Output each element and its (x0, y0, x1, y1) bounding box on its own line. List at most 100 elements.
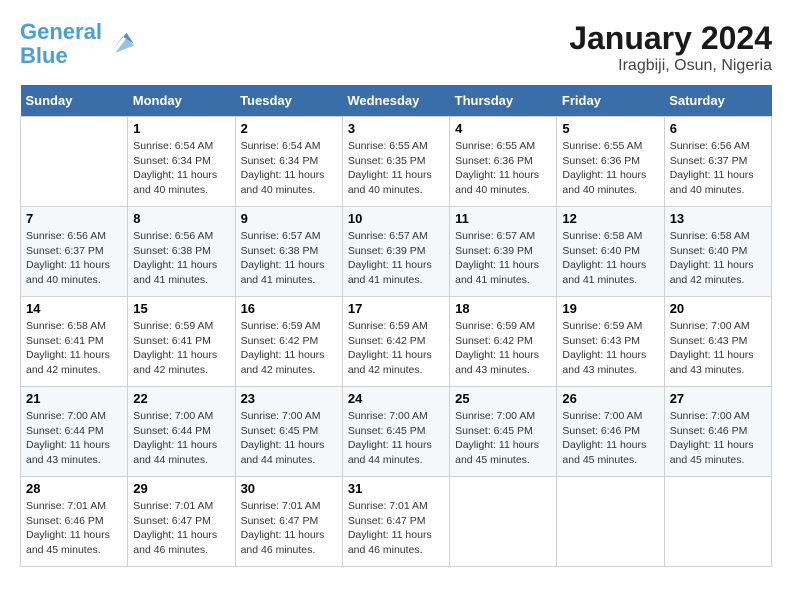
main-title: January 2024 (569, 20, 772, 57)
daylight-text: Daylight: 11 hours and 44 minutes. (241, 438, 337, 467)
day-info: Sunrise: 7:00 AMSunset: 6:46 PMDaylight:… (670, 409, 766, 468)
daylight-text: Daylight: 11 hours and 46 minutes. (133, 528, 229, 557)
logo-icon (104, 29, 134, 59)
day-number: 10 (348, 211, 444, 226)
day-number: 28 (26, 481, 122, 496)
calendar-cell: 7Sunrise: 6:56 AMSunset: 6:37 PMDaylight… (21, 207, 128, 297)
weekday-header-friday: Friday (557, 85, 664, 117)
sunset-text: Sunset: 6:42 PM (348, 334, 444, 349)
day-number: 25 (455, 391, 551, 406)
calendar-cell: 3Sunrise: 6:55 AMSunset: 6:35 PMDaylight… (342, 117, 449, 207)
day-number: 6 (670, 121, 766, 136)
calendar-cell: 28 Sunrise: 7:01 AMSunset: 6:46 PMDayligh… (21, 477, 128, 567)
day-number: 5 (562, 121, 658, 136)
sunrise-text: Sunrise: 7:01 AM (133, 499, 229, 514)
day-info: Sunrise: 7:01 AMSunset: 6:47 PMDaylight:… (241, 499, 337, 558)
sunrise-text: Sunrise: 6:55 AM (348, 139, 444, 154)
calendar-cell: 15Sunrise: 6:59 AMSunset: 6:41 PMDayligh… (128, 297, 235, 387)
sunrise-text: Sunrise: 6:59 AM (455, 319, 551, 334)
day-number: 15 (133, 301, 229, 316)
daylight-text: Daylight: 11 hours and 44 minutes. (133, 438, 229, 467)
sunset-text: Sunset: 6:43 PM (562, 334, 658, 349)
daylight-text: Daylight: 11 hours and 40 minutes. (455, 168, 551, 197)
calendar-cell: 8Sunrise: 6:56 AMSunset: 6:38 PMDaylight… (128, 207, 235, 297)
calendar-cell: 19Sunrise: 6:59 AMSunset: 6:43 PMDayligh… (557, 297, 664, 387)
day-info: Sunrise: 7:01 AMSunset: 6:46 PMDaylight:… (26, 499, 122, 558)
sunrise-text: Sunrise: 6:54 AM (241, 139, 337, 154)
day-info: Sunrise: 7:00 AMSunset: 6:44 PMDaylight:… (133, 409, 229, 468)
day-info: Sunrise: 6:59 AMSunset: 6:42 PMDaylight:… (348, 319, 444, 378)
day-info: Sunrise: 6:58 AMSunset: 6:40 PMDaylight:… (562, 229, 658, 288)
sunset-text: Sunset: 6:44 PM (133, 424, 229, 439)
daylight-text: Daylight: 11 hours and 45 minutes. (670, 438, 766, 467)
sunset-text: Sunset: 6:43 PM (670, 334, 766, 349)
calendar-cell: 12Sunrise: 6:58 AMSunset: 6:40 PMDayligh… (557, 207, 664, 297)
day-number: 13 (670, 211, 766, 226)
calendar-cell: 31Sunrise: 7:01 AMSunset: 6:47 PMDayligh… (342, 477, 449, 567)
day-number: 24 (348, 391, 444, 406)
calendar-cell: 5 Sunrise: 6:55 AMSunset: 6:36 PMDaylight… (557, 117, 664, 207)
title-block: January 2024 Iragbiji, Osun, Nigeria (569, 20, 772, 75)
calendar-cell: 11Sunrise: 6:57 AMSunset: 6:39 PMDayligh… (450, 207, 557, 297)
day-number: 2 (241, 121, 337, 136)
sunrise-text: Sunrise: 6:55 AM (562, 139, 658, 154)
sunrise-text: Sunrise: 6:56 AM (133, 229, 229, 244)
weekday-header-tuesday: Tuesday (235, 85, 342, 117)
daylight-text: Daylight: 11 hours and 46 minutes. (241, 528, 337, 557)
daylight-text: Daylight: 11 hours and 44 minutes. (348, 438, 444, 467)
sunrise-text: Sunrise: 6:54 AM (133, 139, 229, 154)
week-row-5: 28 Sunrise: 7:01 AMSunset: 6:46 PMDayligh… (21, 477, 772, 567)
calendar-cell: 18 Sunrise: 6:59 AMSunset: 6:42 PMDayligh… (450, 297, 557, 387)
sunrise-text: Sunrise: 7:00 AM (26, 409, 122, 424)
sunrise-text: Sunrise: 7:01 AM (26, 499, 122, 514)
day-info: Sunrise: 6:58 AMSunset: 6:40 PMDaylight:… (670, 229, 766, 288)
daylight-text: Daylight: 11 hours and 40 minutes. (670, 168, 766, 197)
day-info: Sunrise: 7:00 AMSunset: 6:46 PMDaylight:… (562, 409, 658, 468)
day-info: Sunrise: 7:00 AMSunset: 6:44 PMDaylight:… (26, 409, 122, 468)
day-number: 18 (455, 301, 551, 316)
weekday-header-thursday: Thursday (450, 85, 557, 117)
calendar-cell: 1Sunrise: 6:54 AMSunset: 6:34 PMDaylight… (128, 117, 235, 207)
daylight-text: Daylight: 11 hours and 40 minutes. (348, 168, 444, 197)
day-info: Sunrise: 6:54 AMSunset: 6:34 PMDaylight:… (133, 139, 229, 198)
day-info: Sunrise: 7:00 AMSunset: 6:43 PMDaylight:… (670, 319, 766, 378)
calendar-cell: 6Sunrise: 6:56 AMSunset: 6:37 PMDaylight… (664, 117, 771, 207)
day-info: Sunrise: 7:00 AMSunset: 6:45 PMDaylight:… (455, 409, 551, 468)
daylight-text: Daylight: 11 hours and 45 minutes. (562, 438, 658, 467)
sunset-text: Sunset: 6:47 PM (241, 514, 337, 529)
calendar-cell: 13 Sunrise: 6:58 AMSunset: 6:40 PMDayligh… (664, 207, 771, 297)
subtitle: Iragbiji, Osun, Nigeria (569, 57, 772, 75)
sunrise-text: Sunrise: 7:00 AM (670, 319, 766, 334)
sunset-text: Sunset: 6:40 PM (562, 244, 658, 259)
sunset-text: Sunset: 6:42 PM (455, 334, 551, 349)
sunset-text: Sunset: 6:36 PM (562, 154, 658, 169)
daylight-text: Daylight: 11 hours and 40 minutes. (26, 258, 122, 287)
weekday-header-wednesday: Wednesday (342, 85, 449, 117)
calendar-cell: 14Sunrise: 6:58 AMSunset: 6:41 PMDayligh… (21, 297, 128, 387)
daylight-text: Daylight: 11 hours and 40 minutes. (133, 168, 229, 197)
day-number: 9 (241, 211, 337, 226)
sunset-text: Sunset: 6:39 PM (455, 244, 551, 259)
day-number: 21 (26, 391, 122, 406)
sunset-text: Sunset: 6:46 PM (562, 424, 658, 439)
daylight-text: Daylight: 11 hours and 42 minutes. (241, 348, 337, 377)
sunset-text: Sunset: 6:34 PM (241, 154, 337, 169)
week-row-2: 7Sunrise: 6:56 AMSunset: 6:37 PMDaylight… (21, 207, 772, 297)
day-info: Sunrise: 6:55 AMSunset: 6:36 PMDaylight:… (562, 139, 658, 198)
sunrise-text: Sunrise: 7:01 AM (241, 499, 337, 514)
sunset-text: Sunset: 6:47 PM (348, 514, 444, 529)
daylight-text: Daylight: 11 hours and 43 minutes. (26, 438, 122, 467)
daylight-text: Daylight: 11 hours and 46 minutes. (348, 528, 444, 557)
calendar-cell: 26Sunrise: 7:00 AMSunset: 6:46 PMDayligh… (557, 387, 664, 477)
day-info: Sunrise: 6:55 AMSunset: 6:35 PMDaylight:… (348, 139, 444, 198)
daylight-text: Daylight: 11 hours and 41 minutes. (562, 258, 658, 287)
sunset-text: Sunset: 6:35 PM (348, 154, 444, 169)
daylight-text: Daylight: 11 hours and 43 minutes. (562, 348, 658, 377)
sunset-text: Sunset: 6:40 PM (670, 244, 766, 259)
calendar-cell: 9Sunrise: 6:57 AMSunset: 6:38 PMDaylight… (235, 207, 342, 297)
calendar-cell (450, 477, 557, 567)
daylight-text: Daylight: 11 hours and 43 minutes. (455, 348, 551, 377)
calendar-cell: 4Sunrise: 6:55 AMSunset: 6:36 PMDaylight… (450, 117, 557, 207)
sunrise-text: Sunrise: 7:00 AM (455, 409, 551, 424)
sunrise-text: Sunrise: 7:00 AM (562, 409, 658, 424)
